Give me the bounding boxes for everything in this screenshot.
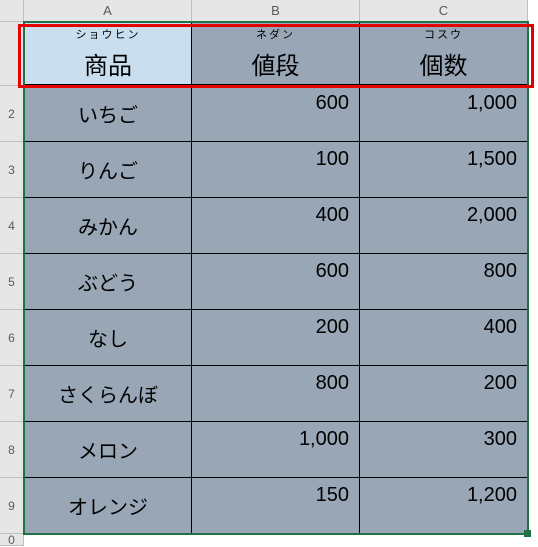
cell-qty[interactable]: 1,200 — [360, 478, 528, 534]
cell-price[interactable]: 800 — [192, 366, 360, 422]
column-header-A[interactable]: A — [24, 0, 192, 22]
header-qty-ruby: コスウ — [424, 26, 463, 42]
row-header-3[interactable]: 3 — [0, 142, 24, 198]
header-qty-cell[interactable]: コスウ 個数 — [360, 22, 528, 86]
cell-product[interactable]: ぶどう — [24, 254, 192, 310]
table-row: さくらんぼ 800 200 — [24, 366, 528, 422]
cell-product[interactable]: なし — [24, 310, 192, 366]
cell-price[interactable]: 600 — [192, 254, 360, 310]
cell-product[interactable]: みかん — [24, 198, 192, 254]
row-header-6[interactable]: 6 — [0, 310, 24, 366]
cell-qty[interactable]: 300 — [360, 422, 528, 478]
column-header-row: A B C — [0, 0, 538, 22]
row-header-9[interactable]: 9 — [0, 478, 24, 534]
table-row: メロン 1,000 300 — [24, 422, 528, 478]
row-header-2[interactable]: 2 — [0, 86, 24, 142]
table-row: みかん 400 2,000 — [24, 198, 528, 254]
grid: ショウヒン 商品 ネダン 値段 コスウ 個数 いちご 600 1,000 りんご… — [24, 22, 528, 534]
table-row: いちご 600 1,000 — [24, 86, 528, 142]
cell-price[interactable]: 400 — [192, 198, 360, 254]
header-price-ruby: ネダン — [256, 26, 295, 42]
cell-qty[interactable]: 1,500 — [360, 142, 528, 198]
row-header-8[interactable]: 8 — [0, 422, 24, 478]
cell-qty[interactable]: 2,000 — [360, 198, 528, 254]
header-price-label: 値段 — [252, 46, 300, 81]
cell-product[interactable]: メロン — [24, 422, 192, 478]
table-row: なし 200 400 — [24, 310, 528, 366]
column-header-B[interactable]: B — [192, 0, 360, 22]
cell-price[interactable]: 100 — [192, 142, 360, 198]
table-row: オレンジ 150 1,200 — [24, 478, 528, 534]
spreadsheet: A B C 2 3 4 5 6 7 8 9 0 ショウヒン 商品 ネダン 値段 … — [0, 0, 538, 546]
cell-product[interactable]: いちご — [24, 86, 192, 142]
cell-product[interactable]: りんご — [24, 142, 192, 198]
header-product-ruby: ショウヒン — [76, 26, 141, 42]
header-product-label: 商品 — [84, 46, 132, 81]
cell-product[interactable]: オレンジ — [24, 478, 192, 534]
cell-qty[interactable]: 200 — [360, 366, 528, 422]
cell-product[interactable]: さくらんぼ — [24, 366, 192, 422]
cell-qty[interactable]: 800 — [360, 254, 528, 310]
row-header-4[interactable]: 4 — [0, 198, 24, 254]
table-row: りんご 100 1,500 — [24, 142, 528, 198]
cell-price[interactable]: 1,000 — [192, 422, 360, 478]
row-header-5[interactable]: 5 — [0, 254, 24, 310]
select-all-corner[interactable] — [0, 0, 24, 22]
header-price-cell[interactable]: ネダン 値段 — [192, 22, 360, 86]
header-qty-label: 個数 — [420, 46, 468, 81]
table-row: ぶどう 600 800 — [24, 254, 528, 310]
header-row: ショウヒン 商品 ネダン 値段 コスウ 個数 — [24, 22, 528, 86]
cell-price[interactable]: 200 — [192, 310, 360, 366]
row-header-10[interactable]: 0 — [0, 534, 24, 546]
cell-price[interactable]: 150 — [192, 478, 360, 534]
cell-price[interactable]: 600 — [192, 86, 360, 142]
row-header-gutter: 2 3 4 5 6 7 8 9 0 — [0, 22, 24, 546]
column-header-C[interactable]: C — [360, 0, 528, 22]
header-product-cell[interactable]: ショウヒン 商品 — [24, 22, 192, 86]
cell-qty[interactable]: 400 — [360, 310, 528, 366]
row-header-7[interactable]: 7 — [0, 366, 24, 422]
row-header-1[interactable] — [0, 22, 24, 86]
cell-qty[interactable]: 1,000 — [360, 86, 528, 142]
